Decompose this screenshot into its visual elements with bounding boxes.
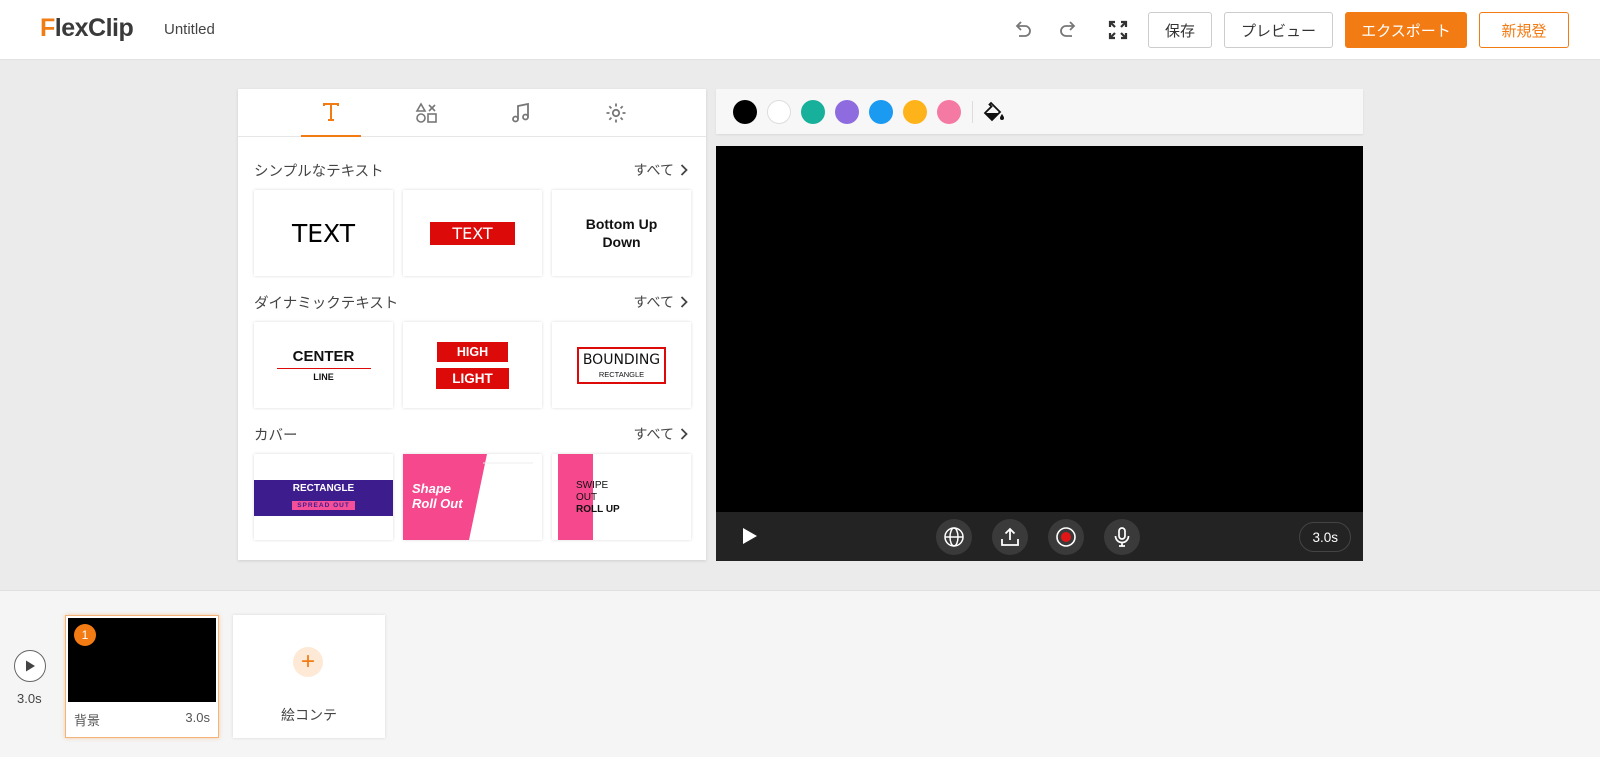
color-swatch-purple[interactable]: [835, 100, 859, 124]
microphone-icon: [1114, 527, 1130, 547]
gear-icon: [606, 103, 626, 123]
upload-button[interactable]: [992, 519, 1028, 555]
text-card-center-line[interactable]: CENTER LINE: [254, 322, 393, 408]
panel-tabs: [238, 89, 706, 137]
logo-text: lexClip: [54, 14, 134, 42]
top-header: FlexClip Untitled 保存 プレビュー エクスポート 新規登: [0, 0, 1600, 60]
color-swatch-black[interactable]: [733, 100, 757, 124]
duration-badge: 3.0s: [1299, 522, 1351, 552]
background-color-bar: [716, 89, 1363, 134]
card-label-rect-sub: SPREAD OUT: [292, 500, 355, 510]
card-label-high: HIGH: [436, 341, 509, 362]
see-all-label: すべて: [633, 163, 674, 179]
chevron-right-icon: [680, 296, 688, 308]
card-label-rectangle: RECTANGLE: [598, 369, 645, 379]
music-icon: [512, 102, 529, 123]
language-button[interactable]: [936, 519, 972, 555]
cover-card-shape-roll-out[interactable]: Shape Roll Out: [403, 454, 542, 540]
text-card-boxed[interactable]: TEXT: [403, 190, 542, 276]
card-label-line: LINE: [313, 372, 334, 383]
card-label-light: LIGHT: [436, 367, 509, 389]
text-panel: シンプルなテキスト すべて TEXT TEXT Bottom Up Down ダ…: [238, 89, 706, 560]
see-all-label: すべて: [633, 427, 674, 443]
chevron-right-icon: [680, 428, 688, 440]
color-swatch-teal[interactable]: [801, 100, 825, 124]
card-label-center: CENTER: [292, 347, 355, 365]
card-label-roll-out: Roll Out: [412, 495, 463, 511]
color-swatch-pink[interactable]: [937, 100, 961, 124]
tab-elements[interactable]: [396, 89, 456, 137]
undo-icon[interactable]: [1010, 18, 1034, 42]
globe-icon: [944, 527, 964, 547]
section-title-simple-text: シンプルなテキスト: [254, 164, 384, 180]
card-label-shape: Shape: [412, 481, 452, 496]
player-controls: 3.0s: [716, 512, 1363, 561]
play-icon: [26, 660, 35, 672]
card-label-roll-up: ROLL UP: [576, 504, 620, 515]
scene-number-badge: 1: [74, 624, 96, 646]
card-label: Bottom Up Down: [585, 215, 658, 250]
voiceover-button[interactable]: [1104, 519, 1140, 555]
text-card-bounding-rectangle[interactable]: BOUNDING RECTANGLE: [552, 322, 691, 408]
section-title-cover: カバー: [254, 428, 298, 444]
scene-name: 背景: [74, 714, 101, 729]
upload-icon: [1001, 527, 1019, 546]
preview-button[interactable]: プレビュー: [1224, 12, 1333, 48]
see-all-label: すべて: [633, 295, 674, 311]
chevron-right-icon: [680, 164, 688, 176]
text-card-highlight[interactable]: HIGH LIGHT: [403, 322, 542, 408]
add-scene-button[interactable]: + 絵コンテ: [233, 615, 385, 738]
video-canvas[interactable]: [716, 146, 1363, 512]
card-label-swipe: SWIPE: [576, 480, 609, 491]
redo-icon[interactable]: [1057, 18, 1081, 42]
text-card-bottom-up-down[interactable]: Bottom Up Down: [552, 190, 691, 276]
project-title[interactable]: Untitled: [164, 21, 215, 38]
tab-text[interactable]: [301, 89, 361, 137]
divider: [972, 101, 973, 123]
play-icon[interactable]: [738, 525, 760, 547]
record-button[interactable]: [1048, 519, 1084, 555]
paint-bucket-icon[interactable]: [982, 100, 1006, 124]
card-label-out: OUT: [576, 492, 598, 503]
section-title-dynamic-text: ダイナミックテキスト: [254, 296, 399, 312]
see-all-dynamic-text[interactable]: すべて: [634, 292, 688, 312]
elements-icon: [415, 102, 437, 123]
see-all-cover[interactable]: すべて: [634, 424, 688, 444]
record-icon: [1056, 527, 1076, 547]
scene-duration: 3.0s: [185, 710, 210, 725]
divider-line: [276, 367, 371, 370]
card-label: TEXT: [430, 221, 515, 245]
timeline-play-button[interactable]: [14, 650, 46, 682]
card-label-bounding: BOUNDING: [582, 351, 661, 368]
text-card-plain[interactable]: TEXT: [254, 190, 393, 276]
save-button[interactable]: 保存: [1148, 12, 1212, 48]
total-time: 3.0s: [17, 691, 42, 706]
color-swatch-yellow[interactable]: [903, 100, 927, 124]
scene-card[interactable]: 1 背景 3.0s: [65, 615, 219, 738]
cover-card-swipe-out[interactable]: SWIPE OUT ROLL UP: [552, 454, 691, 540]
color-swatch-white[interactable]: [767, 100, 791, 124]
card-label-rect-main: RECTANGLE: [292, 482, 355, 494]
storyboard-timeline: 3.0s 1 背景 3.0s + 絵コンテ: [0, 590, 1600, 757]
flexclip-logo[interactable]: FlexClip: [40, 14, 134, 43]
cover-card-rectangle[interactable]: RECTANGLE SPREAD OUT: [254, 454, 393, 540]
fullscreen-icon[interactable]: [1106, 18, 1130, 42]
tab-music[interactable]: [491, 89, 551, 137]
bounding-box: BOUNDING RECTANGLE: [576, 346, 667, 384]
text-icon: [323, 103, 339, 121]
signup-button[interactable]: 新規登: [1479, 12, 1569, 48]
plus-icon: +: [293, 647, 323, 677]
see-all-simple-text[interactable]: すべて: [634, 160, 688, 180]
tab-settings[interactable]: [586, 89, 646, 137]
color-swatch-blue[interactable]: [869, 100, 893, 124]
add-scene-label: 絵コンテ: [281, 708, 337, 724]
card-label: TEXT: [291, 218, 356, 248]
export-button[interactable]: エクスポート: [1345, 12, 1467, 48]
